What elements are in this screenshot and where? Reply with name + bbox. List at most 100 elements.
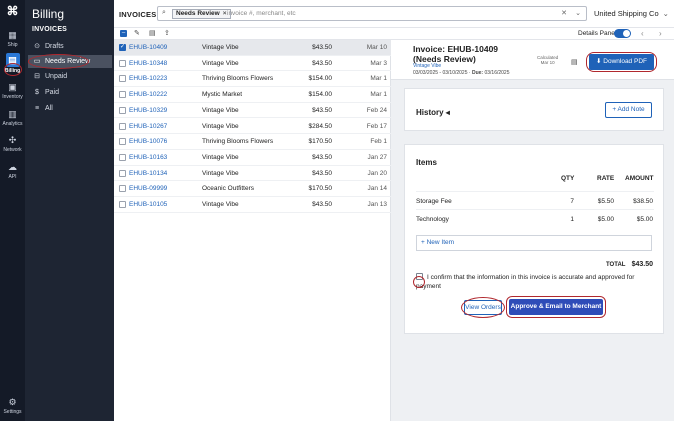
confirm-checkbox[interactable]: [416, 273, 423, 280]
rail-label: API: [8, 174, 17, 180]
invoice-icon[interactable]: ▤: [149, 29, 156, 37]
inventory-icon: ▣: [8, 82, 17, 92]
invoice-merchant: Mystic Market: [202, 91, 243, 99]
calculated-info: Calculated Mar 10: [537, 55, 558, 65]
sidebar-item-unpaid[interactable]: ⊟ Unpaid: [28, 70, 112, 83]
invoice-row[interactable]: EHUB-10267 Vintage Vibe $284.50 Feb 17: [114, 119, 391, 135]
row-checkbox[interactable]: [119, 59, 126, 67]
rail-item-api[interactable]: ☁ API: [0, 162, 25, 180]
invoice-merchant: Vintage Vibe: [202, 153, 239, 161]
invoice-id-link[interactable]: EHUB-10329: [129, 107, 167, 114]
invoice-merchant: Vintage Vibe: [202, 122, 239, 130]
invoice-date: Jan 20: [367, 169, 387, 177]
company-selector[interactable]: United Shipping Co ⌄: [594, 9, 669, 18]
rail-item-billing[interactable]: ▤ Billing: [0, 53, 25, 74]
row-checkbox[interactable]: [119, 201, 126, 208]
line-item-amount: $5.00: [636, 216, 653, 223]
row-checkbox[interactable]: [119, 169, 126, 177]
select-all-checkbox[interactable]: –: [120, 30, 127, 37]
row-checkbox[interactable]: [119, 75, 126, 83]
items-card: Items QTY RATE AMOUNT Storage Fee 7 $5.5…: [404, 144, 664, 334]
row-checkbox[interactable]: [119, 138, 126, 146]
invoice-row[interactable]: EHUB-10222 Mystic Market $154.00 Mar 1: [114, 87, 391, 103]
invoice-row[interactable]: EHUB-10223 Thriving Blooms Flowers $154.00…: [114, 71, 391, 88]
invoice-id-link[interactable]: EHUB-10163: [129, 154, 167, 161]
invoice-id-link[interactable]: EHUB-10267: [129, 123, 167, 130]
search-icon: ⌕: [162, 9, 166, 16]
chevron-left-icon[interactable]: ‹: [641, 29, 644, 38]
line-item-name: Storage Fee: [416, 198, 452, 205]
review-icon: ▭: [33, 58, 41, 65]
history-heading[interactable]: History ◂: [416, 108, 450, 117]
invoice-date: Mar 3: [370, 59, 387, 67]
invoice-id-link[interactable]: EHUB-10409: [129, 44, 167, 51]
date-range: 03/03/2025 - 03/10/2025: [413, 70, 468, 76]
line-item-row[interactable]: Storage Fee 7 $5.50 $38.50: [416, 191, 654, 209]
edit-icon[interactable]: ✎: [134, 29, 140, 37]
invoice-id-link[interactable]: EHUB-10076: [129, 138, 167, 145]
invoice-amount: $154.00: [308, 91, 333, 99]
invoice-row[interactable]: EHUB-09999 Oceanic Outfitters $170.50 Jan 1…: [114, 181, 391, 197]
approve-email-button[interactable]: Approve & Email to Merchant: [509, 299, 603, 315]
billing-sidebar: Billing INVOICES ⊙ Drafts ▭ Needs Review ⊟…: [25, 0, 114, 421]
rail-item-network[interactable]: ✣ Network: [0, 135, 25, 153]
icon-rail: ⌘ ▦ Ship ▤ Billing ▣ Inventory ▥ Analyti…: [0, 0, 25, 421]
invoice-id-link[interactable]: EHUB-10348: [129, 60, 167, 67]
sidebar-item-needs-review[interactable]: ▭ Needs Review: [28, 55, 112, 68]
rail-label: Settings: [3, 409, 22, 415]
invoice-amount: $43.50: [312, 153, 332, 161]
invoice-amount: $43.50: [312, 106, 332, 114]
rail-item-analytics[interactable]: ▥ Analytics: [0, 109, 25, 127]
sidebar-item-all[interactable]: ≡ All: [28, 102, 112, 115]
invoice-merchant-link[interactable]: Vintage Vibe: [413, 63, 441, 69]
chevron-down-icon[interactable]: ⌄: [575, 9, 581, 17]
invoice-row[interactable]: EHUB-10163 Vintage Vibe $43.50 Jan 27: [114, 150, 391, 166]
invoice-row[interactable]: EHUB-10329 Vintage Vibe $43.50 Feb 24: [114, 103, 391, 119]
invoice-row[interactable]: EHUB-10076 Thriving Blooms Flowers $170.50…: [114, 134, 391, 150]
confirm-row: I confirm that the information in this i…: [416, 273, 646, 291]
new-item-button[interactable]: + New Item: [416, 235, 652, 251]
row-checkbox[interactable]: [119, 185, 126, 193]
invoice-row[interactable]: EHUB-10105 Vintage Vibe $43.50 Jan 13: [114, 197, 391, 213]
row-checkbox[interactable]: [119, 106, 126, 114]
document-icon[interactable]: ▤: [571, 58, 578, 66]
app-logo-icon[interactable]: ⌘: [5, 4, 20, 19]
invoice-id-link[interactable]: EHUB-10105: [129, 201, 167, 208]
row-checkbox[interactable]: ✓: [119, 44, 126, 51]
line-item-rate: $5.50: [597, 198, 614, 205]
details-pane-label: Details Pane: [578, 30, 615, 37]
top-bar: INVOICES ⌕ Needs Review × invoice #, merc…: [114, 0, 674, 28]
download-pdf-button[interactable]: ⬇ Download PDF: [589, 54, 654, 70]
filter-chip[interactable]: Needs Review ×: [172, 9, 231, 19]
invoice-id-link[interactable]: EHUB-10222: [129, 91, 167, 98]
rail-item-inventory[interactable]: ▣ Inventory: [0, 82, 25, 100]
download-pdf-label: Download PDF: [603, 58, 647, 65]
network-icon: ✣: [8, 135, 17, 145]
invoice-merchant: Thriving Blooms Flowers: [202, 138, 274, 146]
invoice-id-link[interactable]: EHUB-10134: [129, 170, 167, 177]
row-checkbox[interactable]: [119, 153, 126, 161]
row-checkbox[interactable]: [119, 122, 126, 130]
sidebar-item-paid[interactable]: $ Paid: [28, 86, 112, 99]
sidebar-item-drafts[interactable]: ⊙ Drafts: [28, 40, 112, 53]
chevron-right-icon[interactable]: ›: [659, 29, 662, 38]
invoice-merchant: Vintage Vibe: [202, 201, 239, 208]
search-placeholder: invoice #, merchant, etc: [227, 10, 296, 17]
invoice-row[interactable]: ✓ EHUB-10409 Vintage Vibe $43.50 Mar 10: [114, 40, 391, 56]
invoice-id-link[interactable]: EHUB-10223: [129, 75, 167, 82]
details-pane-toggle[interactable]: [614, 29, 631, 38]
rail-item-ship[interactable]: ▦ Ship: [0, 30, 25, 48]
clear-icon[interactable]: ✕: [561, 9, 567, 17]
row-checkbox[interactable]: [119, 91, 126, 99]
search-input[interactable]: ⌕ Needs Review × invoice #, merchant, etc…: [157, 6, 587, 21]
add-note-button[interactable]: + Add Note: [605, 102, 652, 118]
invoice-row[interactable]: EHUB-10134 Vintage Vibe $43.50 Jan 20: [114, 166, 391, 182]
billing-icon: ▤: [5, 53, 20, 67]
rail-item-settings[interactable]: ⚙ Settings: [0, 397, 25, 415]
view-orders-button[interactable]: View Orders: [464, 300, 502, 315]
invoice-row[interactable]: EHUB-10348 Vintage Vibe $43.50 Mar 3: [114, 56, 391, 72]
export-icon[interactable]: ⇪: [164, 29, 170, 37]
close-icon[interactable]: ×: [223, 10, 227, 17]
invoice-id-link[interactable]: EHUB-09999: [129, 185, 167, 192]
line-item-row[interactable]: Technology 1 $5.00 $5.00: [416, 209, 654, 227]
